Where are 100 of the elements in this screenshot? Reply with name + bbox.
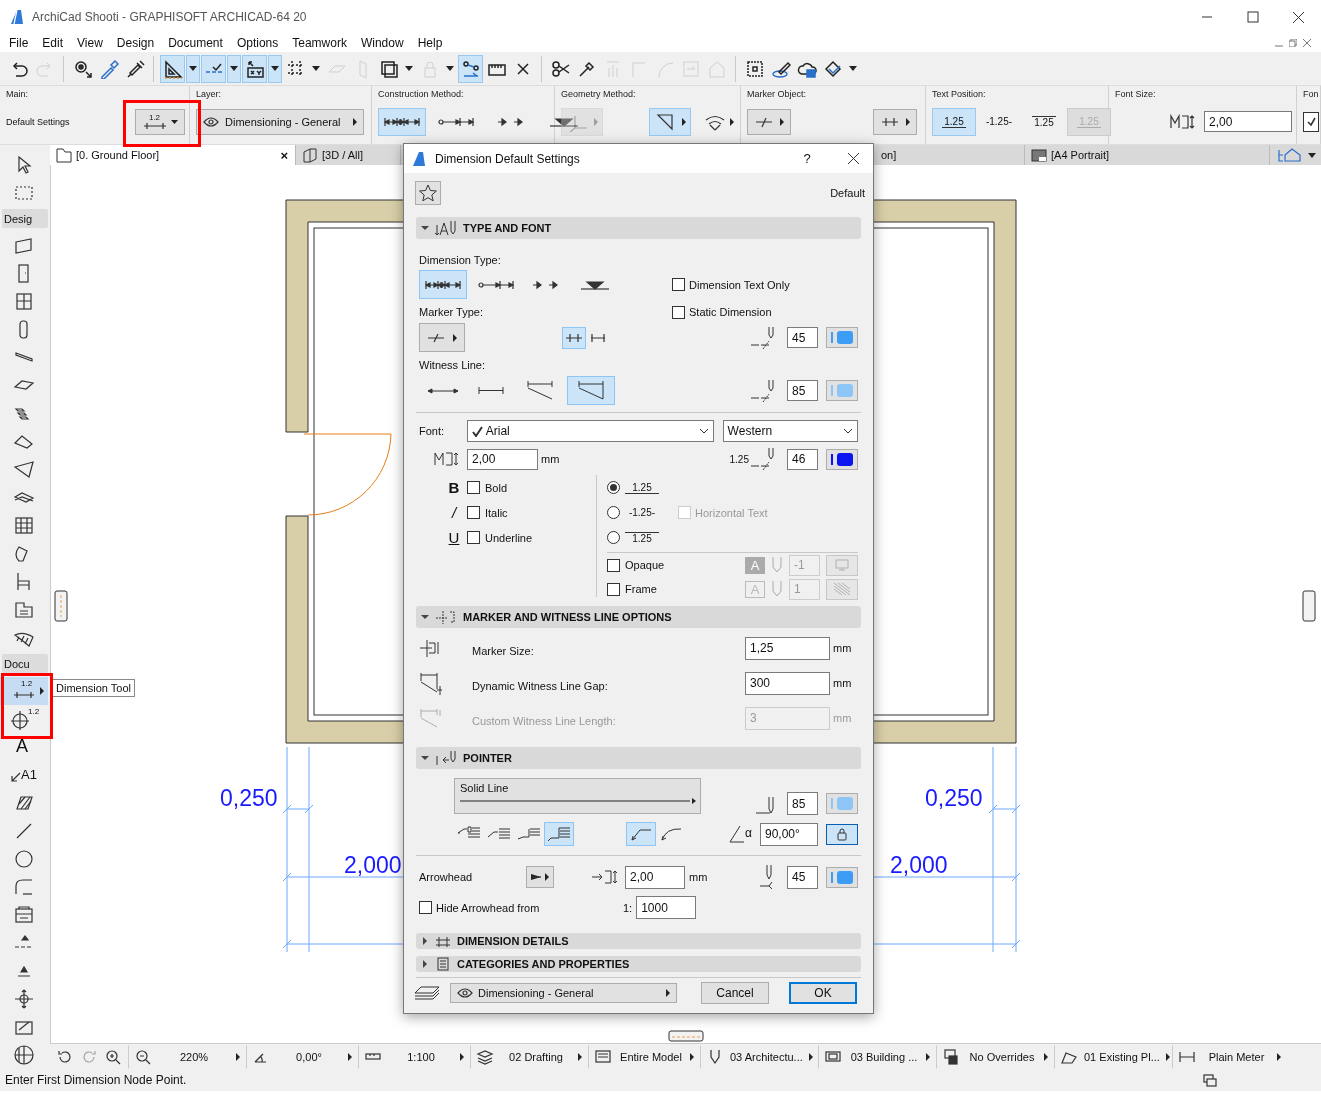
layer-button[interactable]: Dimensioning - General	[450, 983, 677, 1003]
section-header[interactable]: MARKER AND WITNESS LINE OPTIONS	[416, 606, 861, 628]
style-glyph: B	[447, 479, 461, 496]
text-position-sample: 1.25	[625, 531, 659, 544]
unit-label: mm	[541, 453, 560, 465]
tool-button[interactable]: 1.2	[0, 705, 48, 733]
text-position-sample: 1.25	[625, 481, 659, 494]
view-tab[interactable]: [0. Ground Floor] ×	[50, 145, 296, 165]
checkbox-label: Frame	[625, 583, 657, 595]
menu-item[interactable]: Edit	[35, 34, 71, 52]
dimension-text: 0,250	[220, 785, 278, 811]
field-label: Custom Witness Line Length:	[472, 715, 616, 727]
help-button[interactable]: ?	[789, 150, 825, 167]
field-label: Marker Size:	[472, 645, 534, 657]
quick-option-button[interactable]: 02 Drafting	[470, 1044, 588, 1069]
dimension-text: 0,250	[925, 785, 983, 811]
checkbox-label: Horizontal Text	[695, 506, 768, 519]
dialog-title: Dimension Default Settings	[435, 151, 580, 166]
field-label: Witness Line:	[419, 359, 486, 371]
field-label: Font:	[419, 425, 446, 437]
tool-button[interactable]: A1	[0, 761, 48, 789]
text-position-option[interactable]: 1.25	[932, 107, 976, 136]
quick-option-button[interactable]: 1:100	[358, 1044, 470, 1069]
tool-button[interactable]: A	[0, 733, 48, 761]
value-field[interactable]: 1,25	[745, 636, 830, 660]
group-label: Marker Object:	[747, 89, 807, 101]
menu-item[interactable]: View	[70, 34, 110, 52]
icon-label: 1.2	[148, 114, 161, 122]
menu-item[interactable]: Help	[410, 34, 450, 52]
field-label: Marker Type:	[419, 306, 483, 318]
section-header[interactable]: POINTER	[416, 747, 861, 769]
window-title: ArchiCad Shooti - GRAPHISOFT ARCHICAD-64 20	[32, 10, 307, 24]
quick-option-button[interactable]: No Overrides	[936, 1044, 1054, 1069]
tab-label: [3D / All]	[322, 149, 363, 161]
menu-item[interactable]: Teamwork	[285, 34, 354, 52]
group-label: Font Size:	[1115, 89, 1157, 101]
menu-item[interactable]: Design	[109, 34, 162, 52]
checkbox-label: Hide Arrowhead from	[436, 901, 541, 914]
value-field[interactable]: 300	[745, 671, 830, 695]
pen-number-field[interactable]: 45	[787, 865, 818, 889]
quick-option-button[interactable]: Plain Meter	[1172, 1044, 1287, 1069]
tool-button[interactable]: 1.2	[0, 677, 48, 705]
icon-label: 1.2	[21, 680, 33, 688]
scale-prefix: 1:	[623, 901, 633, 914]
font-dropdown[interactable]: Arial	[466, 420, 714, 442]
tab-label: [A4 Portrait]	[1051, 149, 1110, 161]
icon-label: A	[16, 736, 28, 756]
toolbox-section-header: Docu	[2, 654, 48, 673]
layer-button[interactable]: Dimensioning - General	[196, 108, 364, 135]
font-size-field[interactable]: 2,00	[1204, 111, 1292, 132]
style-glyph: U	[447, 529, 461, 546]
group-label: Main:	[6, 89, 29, 101]
pen-number-field[interactable]: 85	[787, 380, 818, 401]
dimension-text: 2,000	[890, 852, 948, 878]
preset-label: Default	[830, 187, 865, 199]
close-tab-button[interactable]: ×	[279, 146, 289, 164]
checkbox-label: Static Dimension	[689, 306, 772, 318]
unit-label: mm	[689, 871, 708, 883]
field-label: Dimension Type:	[419, 254, 501, 266]
arrowhead-size-field[interactable]: 2,00	[625, 865, 685, 889]
unit-label: mm	[833, 712, 853, 724]
line-type-button[interactable]: Solid Line	[454, 778, 701, 814]
dialog-button[interactable]: OK	[789, 982, 857, 1004]
group-label: Geometry Method:	[561, 89, 637, 101]
dialog-button[interactable]: Cancel	[701, 982, 769, 1004]
group-label: Layer:	[196, 89, 222, 101]
tab-label: on]	[881, 149, 897, 161]
unit-label: mm	[833, 642, 853, 654]
pen-number-field[interactable]: 85	[787, 792, 818, 815]
section-header[interactable]: DIMENSION DETAILS	[416, 933, 861, 949]
pen-number-field[interactable]: 45	[787, 327, 818, 348]
checkbox-label: Italic	[485, 506, 508, 519]
menu-item[interactable]: File	[2, 34, 36, 52]
favorites-button[interactable]: 1.2	[135, 108, 185, 135]
text-position-option[interactable]: 1.25	[1022, 107, 1066, 136]
menu-item[interactable]: Window	[353, 34, 411, 52]
status-text: Enter First Dimension Node Point.	[5, 1073, 187, 1087]
quick-option-button[interactable]: 220%	[128, 1044, 246, 1069]
quick-option-button[interactable]: 03 Architectu...	[700, 1044, 818, 1069]
checkbox-label: Dimension Text Only	[689, 278, 790, 291]
section-header[interactable]: TYPE AND FONT	[416, 217, 861, 239]
script-dropdown[interactable]: Western	[722, 420, 858, 442]
pen-number-field[interactable]: 46	[787, 448, 818, 470]
icon-label: A1	[21, 768, 37, 782]
text-background-glyph: A	[745, 556, 765, 574]
group-label: Text Position:	[932, 89, 987, 101]
section-header[interactable]: CATEGORIES AND PROPERTIES	[416, 956, 861, 972]
quick-option-button[interactable]: 01 Existing Pl...	[1054, 1044, 1172, 1069]
unit-label: mm	[833, 677, 853, 689]
text-position-sample: -1.25-	[627, 507, 657, 518]
angle-field[interactable]: 90,00°	[760, 822, 818, 846]
tooltip: Dimension Tool	[52, 679, 135, 697]
scale-field[interactable]: 1000	[636, 896, 697, 919]
font-size-field[interactable]: 2,00	[467, 448, 538, 470]
quick-option-button[interactable]: 0,00°	[246, 1044, 358, 1069]
menu-item[interactable]: Document	[161, 34, 230, 52]
quick-option-button[interactable]: Entire Model	[588, 1044, 700, 1069]
text-position-option[interactable]: -1.25-	[977, 107, 1021, 136]
quick-option-button[interactable]: 03 Building ...	[818, 1044, 936, 1069]
menu-item[interactable]: Options	[229, 34, 286, 52]
